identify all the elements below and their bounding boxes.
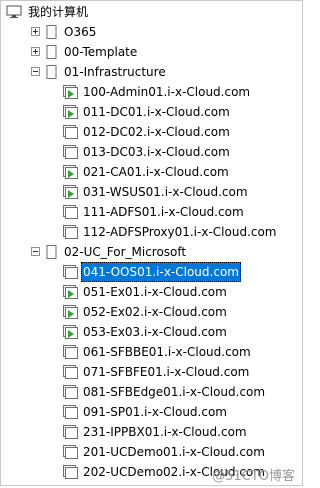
tree-vm-label: 013-DC03.i-x-Cloud.com [83,145,230,159]
vm-running-icon [62,184,78,203]
tree-vm-item[interactable]: 081-SFBEdge01.i-x-Cloud.com [0,382,305,402]
tree-vm-item[interactable]: 021-CA01.i-x-Cloud.com [0,162,305,182]
folder-icon [44,24,60,43]
expand-icon[interactable] [31,27,40,36]
collapse-icon[interactable] [31,67,40,76]
vm-running-icon [62,164,78,183]
vm-icon [62,364,78,383]
vm-running-icon [62,104,78,123]
tree-vm-label: 201-UCDemo01.i-x-Cloud.com [83,445,265,459]
tree-vm-item[interactable]: 091-SP01.i-x-Cloud.com [0,402,305,422]
tree-vm-label: 052-Ex02.i-x-Cloud.com [83,305,227,319]
tree-vm-label: 041-OOS01.i-x-Cloud.com [81,262,241,282]
tree-vm-item[interactable]: 231-IPPBX01.i-x-Cloud.com [0,422,305,442]
monitor-icon [6,4,22,23]
collapse-icon[interactable] [31,247,40,256]
vm-running-icon [62,84,78,103]
tree-vm-label: 112-ADFSProxy01.i-x-Cloud.com [83,225,277,239]
tree-vm-item[interactable]: 031-WSUS01.i-x-Cloud.com [0,182,305,202]
tree-vm-label: 100-Admin01.i-x-Cloud.com [83,85,251,99]
tree-vm-item[interactable]: 041-OOS01.i-x-Cloud.com [0,262,305,282]
vm-icon [62,344,78,363]
tree-vm-item[interactable]: 112-ADFSProxy01.i-x-Cloud.com [0,222,305,242]
tree-vm-item[interactable]: 061-SFBBE01.i-x-Cloud.com [0,342,305,362]
tree-vm-label: 081-SFBEdge01.i-x-Cloud.com [83,385,266,399]
tree-vm-item[interactable]: 053-Ex03.i-x-Cloud.com [0,322,305,342]
tree-vm-item[interactable]: 013-DC03.i-x-Cloud.com [0,142,305,162]
tree-vm-item[interactable]: 052-Ex02.i-x-Cloud.com [0,302,305,322]
vm-icon [62,404,78,423]
vm-icon [62,224,78,243]
vm-icon [62,444,78,463]
vm-icon [62,144,78,163]
tree-vm-label: 012-DC02.i-x-Cloud.com [83,125,230,139]
tree-vm-item[interactable]: 071-SFBFE01.i-x-Cloud.com [0,362,305,382]
tree-root-my-computer[interactable]: 我的计算机 [0,2,305,22]
vm-icon [62,264,78,283]
tree-vm-label: 061-SFBBE01.i-x-Cloud.com [83,345,251,359]
watermark: @51CTO博客 [212,469,295,484]
tree-folder-label: 00-Template [64,45,138,59]
tree-vm-label: 053-Ex03.i-x-Cloud.com [83,325,227,339]
tree-root-label: 我的计算机 [28,5,89,19]
tree-vm-item[interactable]: 011-DC01.i-x-Cloud.com [0,102,305,122]
tree-folder[interactable]: 00-Template [0,42,305,62]
tree-folder-label: O365 [64,25,97,39]
tree-vm-item[interactable]: 051-Ex01.i-x-Cloud.com [0,282,305,302]
tree-folder-label: 02-UC_For_Microsoft [64,245,187,259]
vm-icon [62,464,78,483]
vm-running-icon [62,284,78,303]
vm-running-icon [62,304,78,323]
vm-running-icon [62,324,78,343]
tree-folder[interactable]: 01-Infrastructure [0,62,305,82]
expand-icon[interactable] [31,47,40,56]
tree-vm-item[interactable]: 012-DC02.i-x-Cloud.com [0,122,305,142]
tree-vm-label: 051-Ex01.i-x-Cloud.com [83,285,227,299]
vm-icon [62,424,78,443]
tree-vm-item[interactable]: 100-Admin01.i-x-Cloud.com [0,82,305,102]
folder-icon [44,44,60,63]
vm-icon [62,124,78,143]
tree-vm-label: 031-WSUS01.i-x-Cloud.com [83,185,248,199]
tree-vm-label: 111-ADFS01.i-x-Cloud.com [83,205,244,219]
tree-vm-item[interactable]: 111-ADFS01.i-x-Cloud.com [0,202,305,222]
folder-icon [44,244,60,263]
tree-folder-label: 01-Infrastructure [64,65,166,79]
tree-vm-item[interactable]: 201-UCDemo01.i-x-Cloud.com [0,442,305,462]
vm-icon [62,384,78,403]
vm-icon [62,204,78,223]
tree-folder[interactable]: O365 [0,22,305,42]
folder-icon [44,64,60,83]
tree-vm-label: 011-DC01.i-x-Cloud.com [83,105,230,119]
tree-vm-label: 231-IPPBX01.i-x-Cloud.com [83,425,247,439]
tree-vm-label: 071-SFBFE01.i-x-Cloud.com [83,365,250,379]
tree-vm-label: 091-SP01.i-x-Cloud.com [83,405,227,419]
tree-folder[interactable]: 02-UC_For_Microsoft [0,242,305,262]
tree-vm-label: 021-CA01.i-x-Cloud.com [83,165,229,179]
